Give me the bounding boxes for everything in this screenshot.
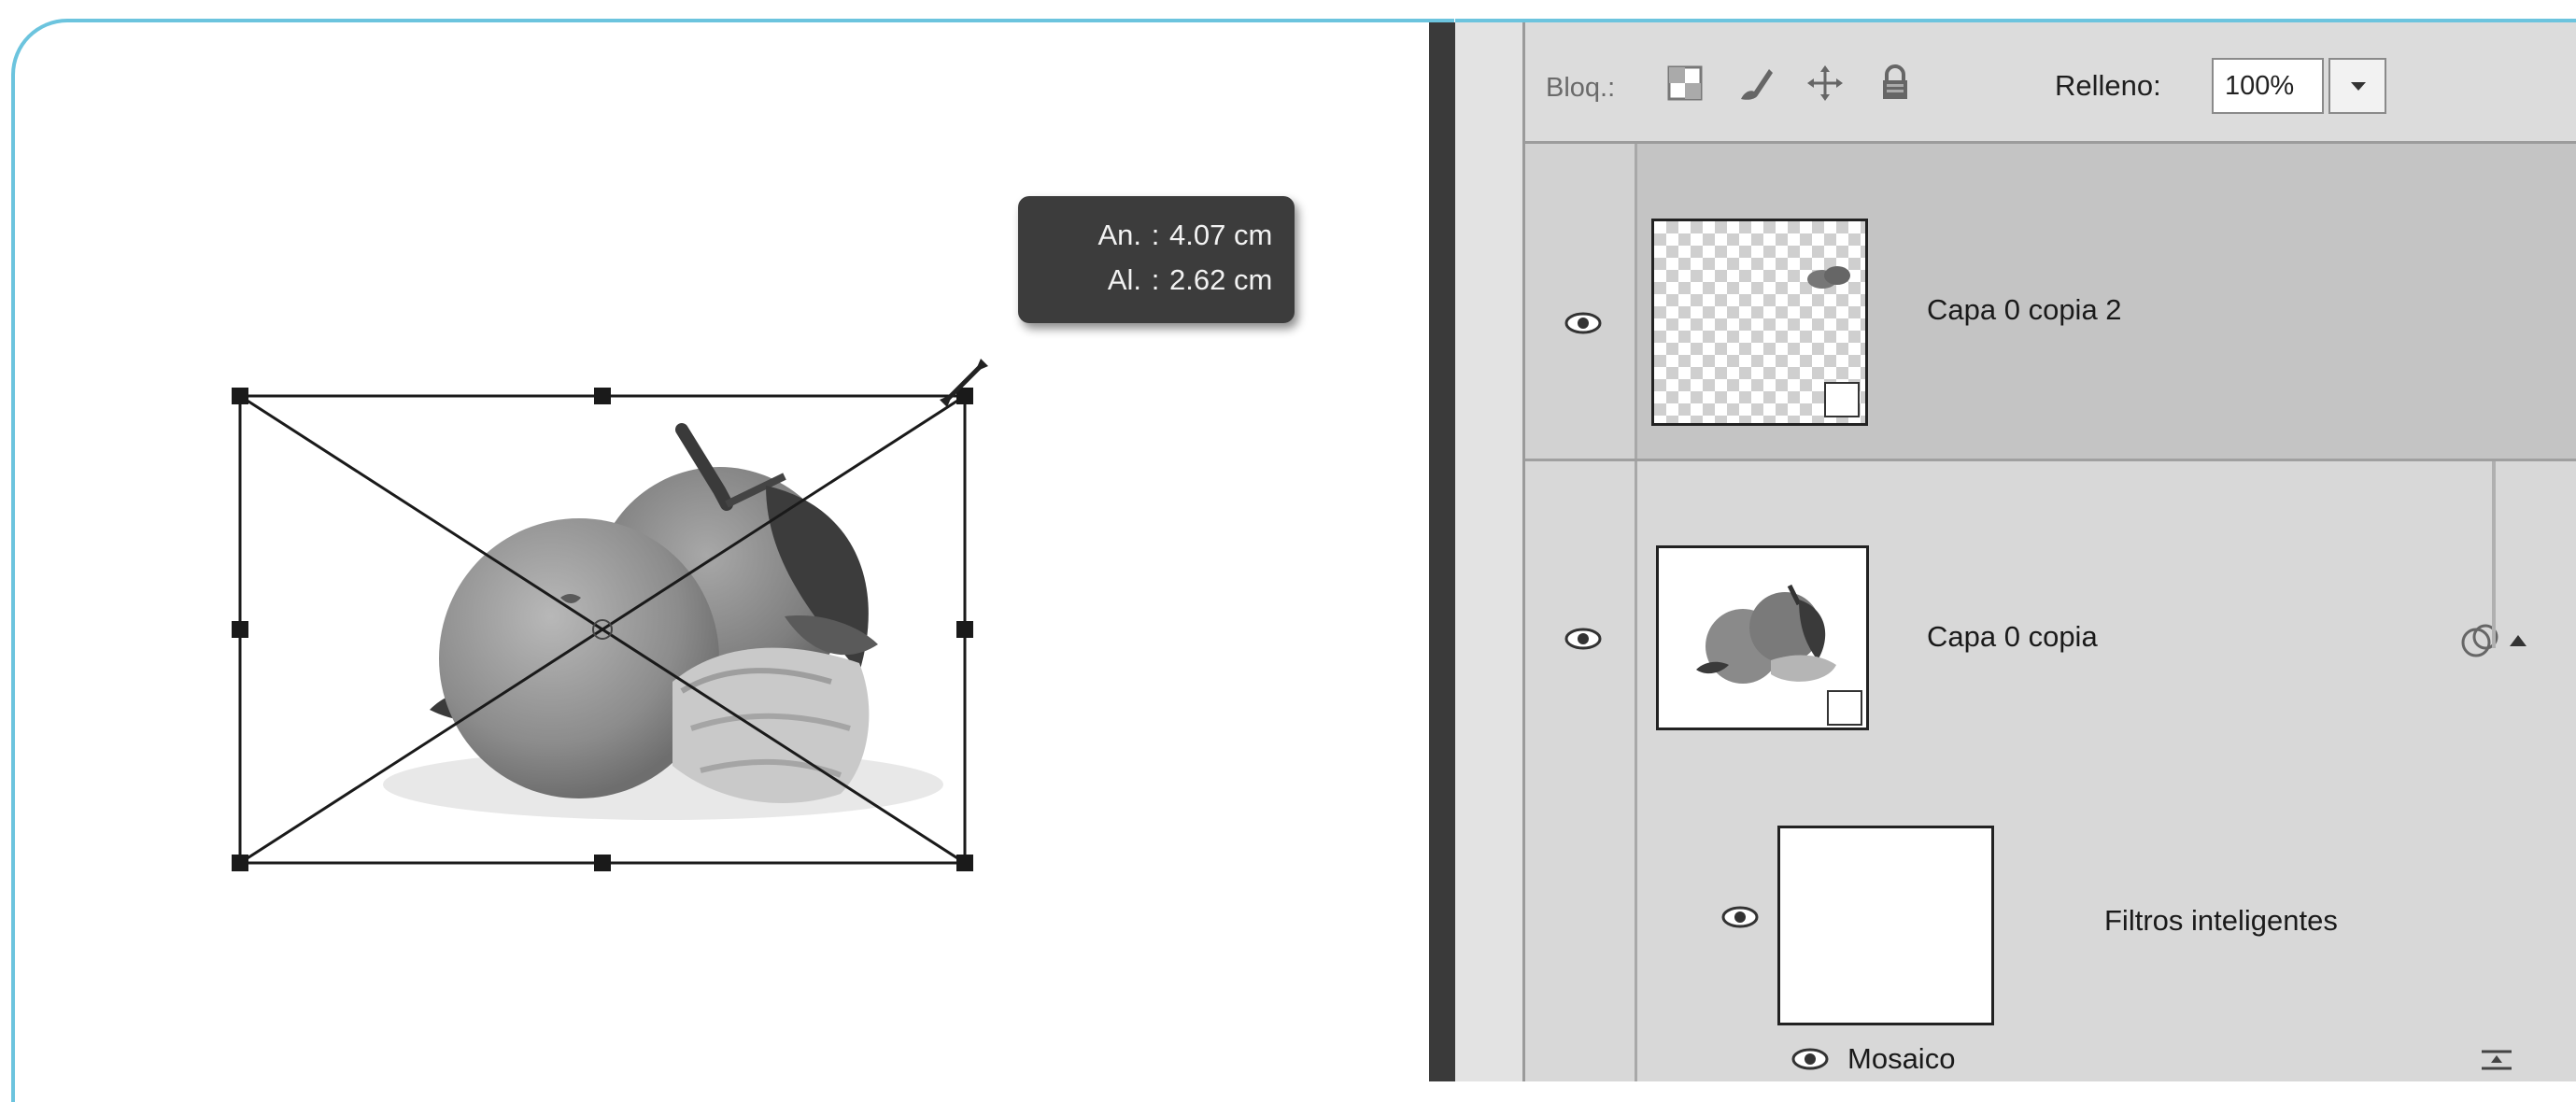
mini-fruit-icon — [1696, 584, 1836, 684]
fill-opacity-input[interactable]: 100% — [2212, 58, 2324, 114]
handle-bottom-left[interactable] — [232, 855, 248, 871]
width-readout: An. : 4.07 cm — [1039, 213, 1295, 258]
layer-name: Capa 0 copia — [1927, 620, 2098, 653]
smart-filter-mask-thumbnail — [1777, 826, 1994, 1025]
eye-icon[interactable] — [1564, 628, 1602, 650]
layers-panel: Bloq.: Relleno: 100% Capa 0 copia 2 Capa… — [1525, 22, 2576, 1081]
panel-gutter — [1455, 22, 1525, 1081]
eye-icon[interactable] — [1564, 312, 1602, 334]
height-label: Al. — [1107, 263, 1141, 296]
handle-bottom-right[interactable] — [956, 855, 973, 871]
layer-name: Filtros inteligentes — [2104, 904, 2338, 937]
filter-blending-options-icon[interactable] — [2478, 1046, 2515, 1074]
transform-bounding-box[interactable] — [232, 388, 973, 871]
visibility-column — [1525, 461, 1637, 798]
height-readout: Al. : 2.62 cm — [1039, 258, 1295, 303]
visibility-column — [1525, 144, 1637, 459]
filter-name: Mosaico — [1847, 1042, 1956, 1075]
handle-middle-left[interactable] — [232, 621, 248, 638]
dimension-tooltip: An. : 4.07 cm Al. : 2.62 cm — [1018, 196, 1295, 323]
smart-filter-effects-icon[interactable] — [2459, 620, 2502, 663]
lock-toolbar: Bloq.: Relleno: 100% — [1525, 22, 2576, 144]
handle-middle-right[interactable] — [956, 621, 973, 638]
lock-position-icon[interactable] — [1805, 64, 1845, 103]
collapse-arrow-icon[interactable] — [2508, 633, 2528, 648]
layer-row-capa-0-copia-2[interactable]: Capa 0 copia 2 — [1525, 144, 2576, 461]
width-separator: : — [1151, 219, 1160, 251]
handle-top-center[interactable] — [594, 388, 611, 404]
layer-row-capa-0-copia[interactable]: Capa 0 copia — [1525, 461, 2576, 798]
lock-all-icon[interactable] — [1875, 64, 1915, 103]
fill-label: Relleno: — [2055, 69, 2161, 102]
smart-object-badge-icon — [1824, 382, 1860, 417]
mini-fruit-icon — [1807, 266, 1850, 289]
filter-row-mosaico[interactable]: Mosaico — [1525, 1035, 2576, 1081]
eye-icon[interactable] — [1791, 1048, 1829, 1070]
eye-icon[interactable] — [1721, 906, 1759, 928]
layer-thumbnail — [1656, 545, 1869, 730]
panel-divider — [1429, 22, 1455, 1081]
lock-label: Bloq.: — [1546, 73, 1616, 103]
handle-top-left[interactable] — [232, 388, 248, 404]
width-label: An. — [1097, 219, 1141, 251]
transform-box-outline — [238, 394, 967, 865]
lock-image-pixels-icon[interactable] — [1735, 64, 1775, 103]
smart-object-badge-icon — [1827, 690, 1862, 726]
layer-name: Capa 0 copia 2 — [1927, 293, 2122, 326]
lock-transparent-pixels-icon[interactable] — [1665, 64, 1705, 103]
fill-dropdown-button[interactable] — [2328, 58, 2386, 114]
diagonal-resize-cursor-icon — [940, 359, 988, 407]
handle-bottom-center[interactable] — [594, 855, 611, 871]
width-value: 4.07 cm — [1169, 219, 1273, 251]
height-separator: : — [1151, 263, 1160, 296]
height-value: 2.62 cm — [1169, 263, 1273, 296]
layer-thumbnail — [1651, 219, 1868, 426]
scrollbar-track[interactable] — [2492, 461, 2496, 648]
